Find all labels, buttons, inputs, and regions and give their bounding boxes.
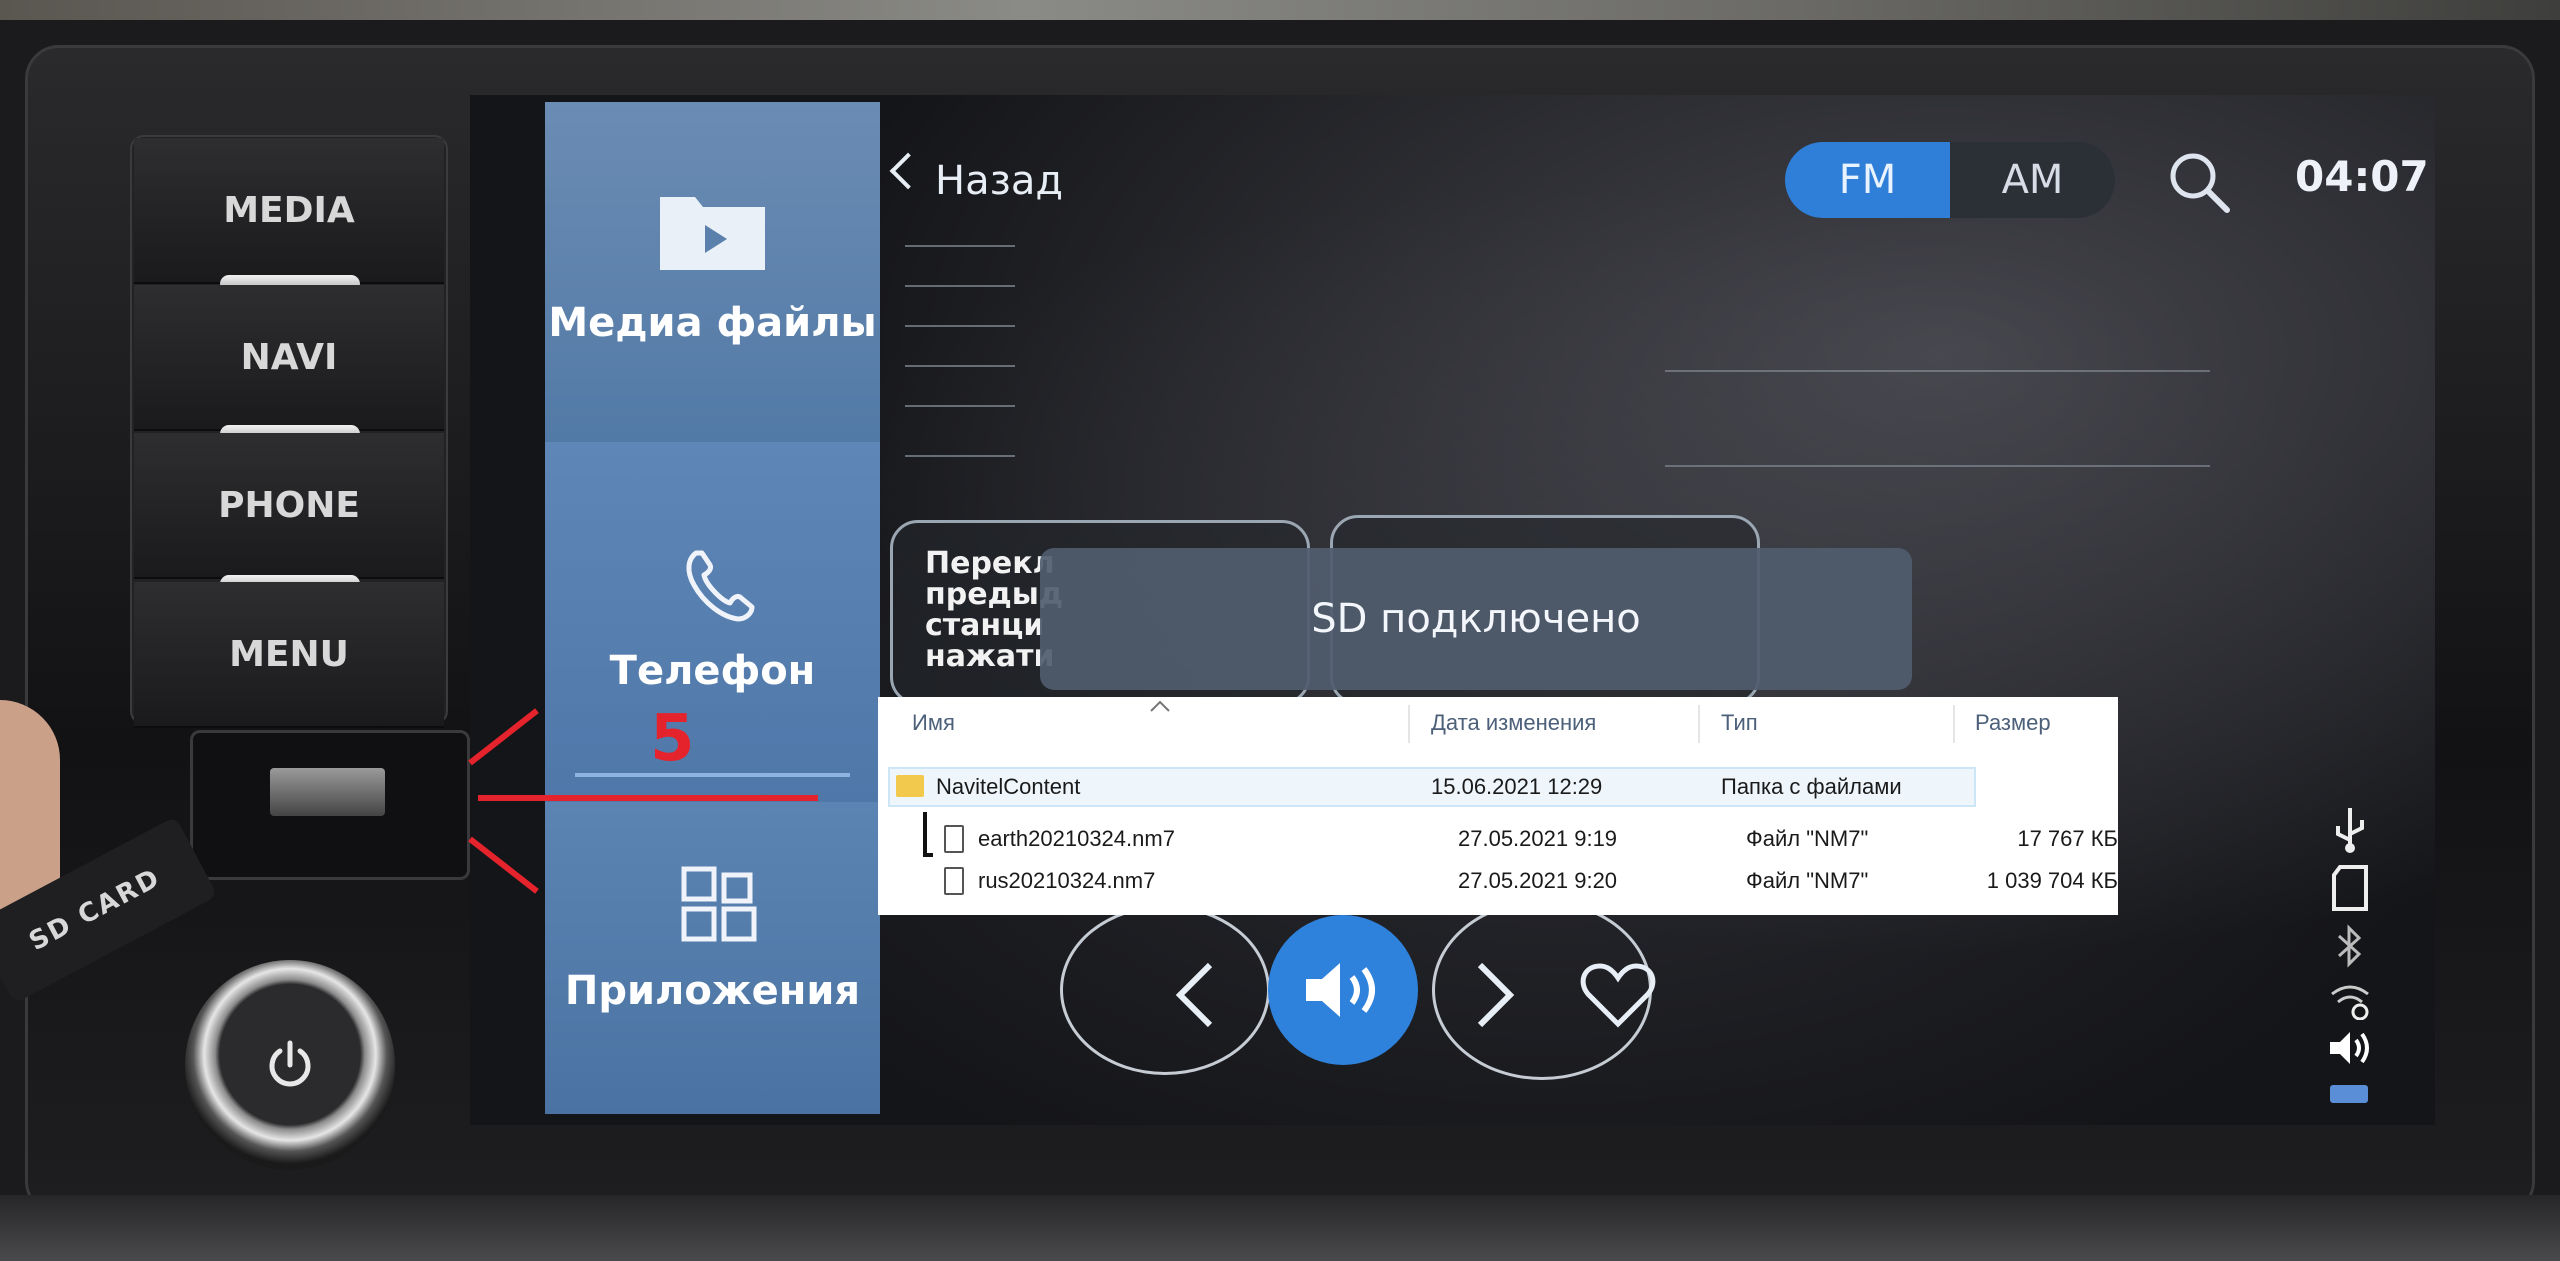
speaker-icon <box>1306 963 1375 1017</box>
list-line <box>905 455 1015 457</box>
file-size: 17 767 КБ <box>2017 826 2118 851</box>
chevron-right-icon <box>1477 962 1515 1028</box>
sort-ascending-icon <box>1150 700 1170 712</box>
toast-message: SD подключено <box>1311 596 1641 642</box>
speaker-icon <box>2320 1020 2380 1076</box>
phone-hard-button[interactable]: PHONE <box>134 433 444 579</box>
column-header-size[interactable]: Размер <box>1975 697 2115 749</box>
menu-label: MENU <box>229 633 349 675</box>
column-divider <box>1408 705 1410 743</box>
power-icon <box>269 1040 311 1087</box>
file-date: 27.05.2021 9:19 <box>1458 826 1618 851</box>
navi-label: NAVI <box>240 336 338 378</box>
phone-icon <box>686 550 755 622</box>
file-name[interactable]: rus20210324.nm7 <box>978 861 1398 901</box>
menu-hard-button[interactable]: MENU <box>134 582 444 728</box>
file-type: Папка с файлами <box>1721 774 1902 799</box>
column-divider <box>1698 705 1700 743</box>
media-hard-button[interactable]: MEDIA <box>134 138 444 284</box>
column-header-name[interactable]: Имя <box>912 697 1312 749</box>
folder-play-icon <box>660 197 765 270</box>
column-header-date[interactable]: Дата изменения <box>1431 697 1691 749</box>
annotation-arrow <box>478 795 818 801</box>
sidebar-item-applications[interactable] <box>545 802 880 1114</box>
sidebar-item-label: Телефон <box>609 648 816 694</box>
media-label: MEDIA <box>223 189 355 231</box>
sd-connected-toast: SD подключено <box>1040 548 1912 690</box>
file-size: 1 039 704 КБ <box>1986 868 2118 893</box>
phone-label: PHONE <box>218 484 360 526</box>
previous-station-button[interactable] <box>1060 905 1270 1075</box>
list-line <box>905 285 1015 287</box>
volume-button[interactable] <box>1268 915 1418 1065</box>
chevron-left-icon <box>1175 962 1213 1028</box>
sidebar-item-label: Приложения <box>564 968 861 1014</box>
column-divider <box>1953 705 1955 743</box>
usb-icon <box>2320 800 2380 856</box>
column-header-type[interactable]: Тип <box>1721 697 1941 749</box>
selection-underline <box>575 773 850 777</box>
band-am-button[interactable]: AM <box>1950 142 2115 218</box>
band-fm-button[interactable]: FM <box>1785 142 1950 218</box>
file-name[interactable]: NavitelContent <box>936 767 1356 807</box>
apps-grid-icon <box>681 866 757 942</box>
file-type: Файл "NM7" <box>1746 826 1869 851</box>
file-explorer-panel: Имя Дата изменения Тип Размер NavitelCon… <box>878 697 2118 915</box>
annotation-step-number: 5 <box>650 702 695 776</box>
file-type: Файл "NM7" <box>1746 868 1869 893</box>
heart-icon[interactable] <box>1578 960 1658 1030</box>
file-date: 15.06.2021 12:29 <box>1431 774 1603 799</box>
sd-card-icon <box>2320 860 2380 916</box>
sd-card-slot[interactable] <box>270 768 385 816</box>
search-icon[interactable] <box>2165 148 2235 218</box>
list-line <box>905 325 1015 327</box>
back-button[interactable]: Назад <box>935 158 1063 204</box>
clock: 04:07 <box>2295 152 2429 201</box>
list-line <box>1665 465 2210 467</box>
list-line <box>1665 370 2210 372</box>
list-line <box>905 405 1015 407</box>
background-bottom <box>0 1195 2560 1261</box>
file-icon <box>944 825 964 853</box>
folder-icon <box>896 775 924 797</box>
tree-connector <box>923 812 933 857</box>
sidebar-item-label: Медиа файлы <box>548 300 877 346</box>
file-name[interactable]: earth20210324.nm7 <box>978 819 1398 859</box>
battery-icon <box>2330 1085 2368 1103</box>
bluetooth-icon <box>2320 918 2380 974</box>
list-line <box>905 245 1015 247</box>
background-top <box>0 0 2560 20</box>
file-date: 27.05.2021 9:20 <box>1458 868 1618 893</box>
navi-hard-button[interactable]: NAVI <box>134 285 444 431</box>
list-line <box>905 365 1015 367</box>
power-knob[interactable] <box>185 960 395 1170</box>
file-icon <box>944 867 964 895</box>
